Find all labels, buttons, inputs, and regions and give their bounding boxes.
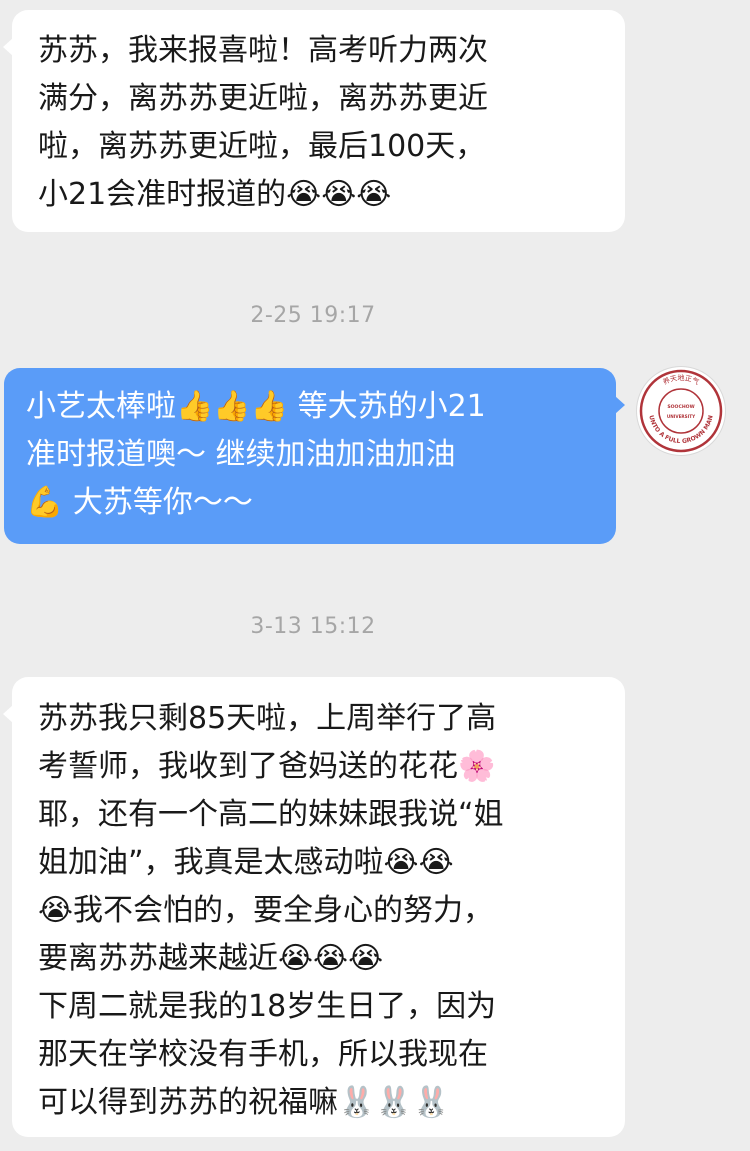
message-line: 姐加油”，我真是太感动啦😭😭 — [38, 845, 454, 880]
outgoing-message-bubble[interactable]: 小艺太棒啦👍👍👍 等大苏的小21 准时报道噢～ 继续加油加油加油 💪 大苏等你～… — [4, 368, 625, 544]
message-line: 苏苏我只剩85天啦，上周举行了高 — [38, 701, 497, 736]
bubble-tail — [3, 705, 13, 723]
message-line: 啦，离苏苏更近啦，最后100天， — [38, 129, 486, 164]
bubble-tail — [3, 38, 13, 56]
message-line: 😭我不会怕的，要全身心的努力， — [38, 893, 494, 928]
message-line: 要离苏苏越来越近😭😭😭 — [38, 941, 384, 976]
message-line: 下周二就是我的18岁生日了，因为 — [38, 989, 497, 1024]
seal-center-text-2: UNIVERSITY — [667, 414, 696, 419]
soochow-university-seal-icon[interactable]: 养天地正气 UNTO A FULL GROWN MAN SOOCHOW UNIV… — [637, 367, 725, 455]
message-line: 那天在学校没有手机，所以我现在 — [38, 1037, 488, 1072]
incoming-message-bubble[interactable]: 苏苏，我来报喜啦！高考听力两次 满分，离苏苏更近啦，离苏苏更近 啦，离苏苏更近啦… — [3, 10, 625, 232]
message-line: 小艺太棒啦👍👍👍 等大苏的小21 — [26, 389, 486, 424]
timestamp: 3-13 15:12 — [250, 614, 376, 639]
timestamp: 2-25 19:17 — [250, 303, 376, 328]
seal-graphic: 养天地正气 UNTO A FULL GROWN MAN SOOCHOW UNIV… — [639, 369, 723, 453]
bubble-tail — [615, 396, 625, 414]
message-line: 💪 大苏等你～～ — [26, 485, 253, 520]
message-line: 准时报道噢～ 继续加油加油加油 — [26, 437, 456, 472]
message-line: 可以得到苏苏的祝福嘛🐰🐰🐰 — [38, 1085, 451, 1120]
message-line: 小21会准时报道的😭😭😭 — [38, 177, 392, 212]
message-line: 耶，还有一个高二的妹妹跟我说“姐 — [38, 797, 504, 832]
seal-center-text: SOOCHOW — [667, 404, 694, 410]
message-line: 满分，离苏苏更近啦，离苏苏更近 — [38, 81, 488, 116]
incoming-message-bubble[interactable]: 苏苏我只剩85天啦，上周举行了高 考誓师，我收到了爸妈送的花花🌸 耶，还有一个高… — [3, 677, 625, 1137]
message-line: 考誓师，我收到了爸妈送的花花🌸 — [38, 749, 496, 784]
message-line: 苏苏，我来报喜啦！高考听力两次 — [38, 33, 488, 68]
